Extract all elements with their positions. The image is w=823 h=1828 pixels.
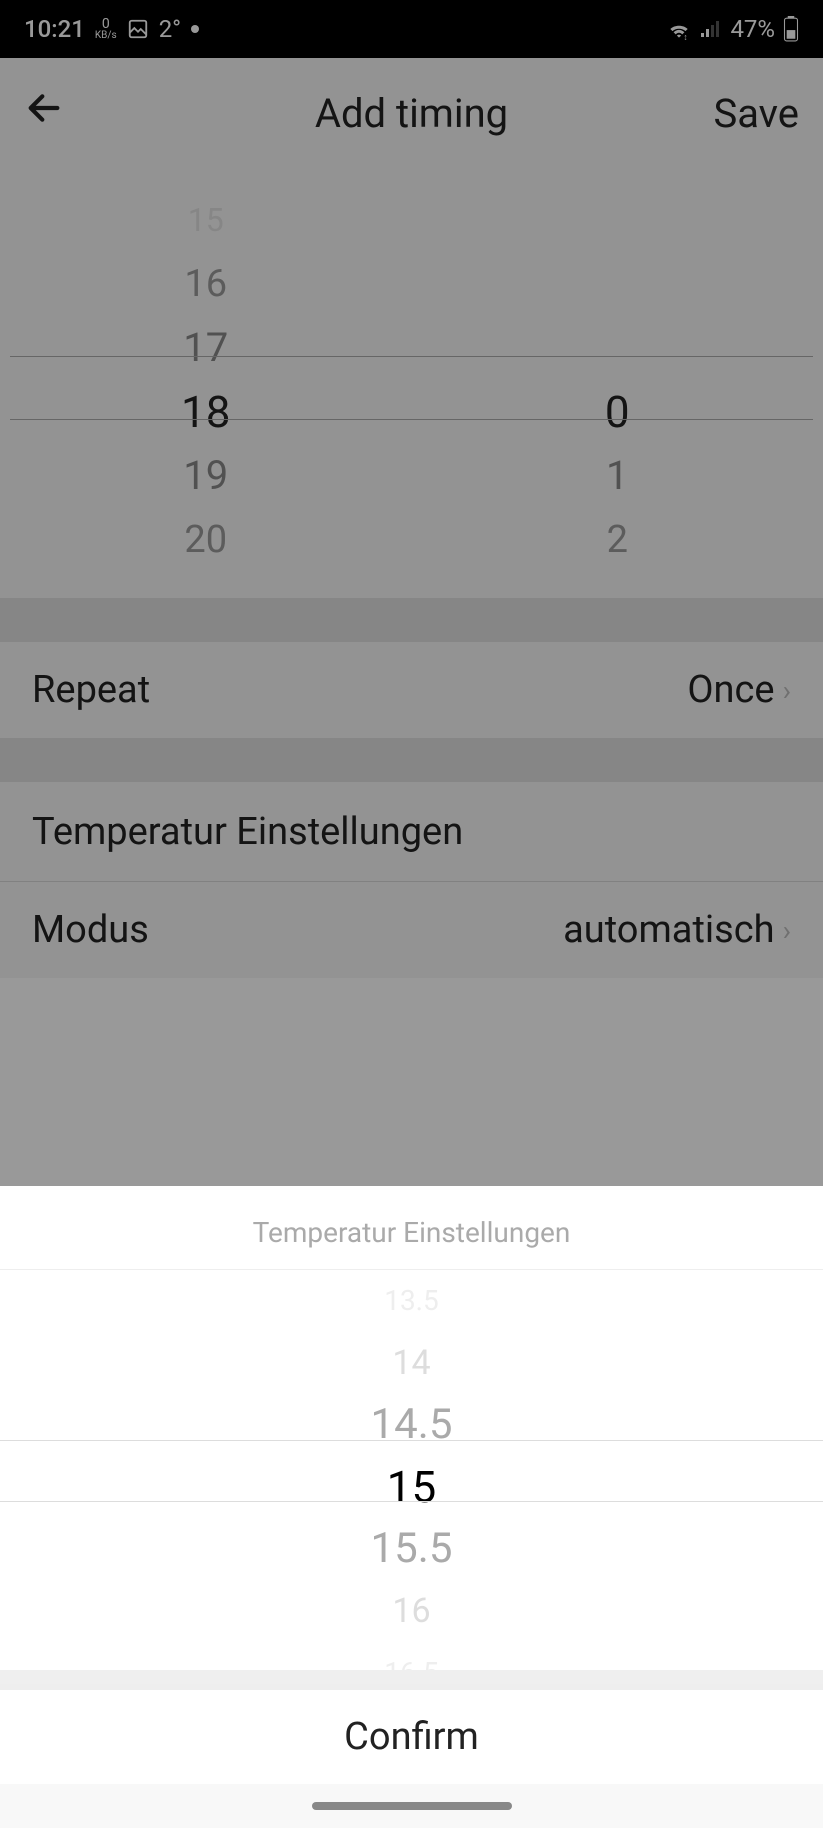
sheet-title: Temperatur Einstellungen bbox=[0, 1186, 823, 1270]
picker-item: 14 bbox=[0, 1332, 823, 1394]
temperature-bottom-sheet: Temperatur Einstellungen 13.5 14 14.5 15… bbox=[0, 1186, 823, 1828]
nav-handle[interactable] bbox=[312, 1802, 512, 1810]
sheet-gap bbox=[0, 1670, 823, 1684]
navigation-bar bbox=[0, 1784, 823, 1828]
temperature-picker[interactable]: 13.5 14 14.5 15 15.5 16 16.5 bbox=[0, 1270, 823, 1670]
picker-item-selected: 15 bbox=[0, 1456, 823, 1518]
picker-item: 14.5 bbox=[0, 1394, 823, 1456]
picker-item: 13.5 bbox=[0, 1270, 823, 1332]
picker-item: 16 bbox=[0, 1580, 823, 1642]
picker-item: 16.5 bbox=[0, 1642, 823, 1670]
picker-item: 15.5 bbox=[0, 1518, 823, 1580]
confirm-button[interactable]: Confirm bbox=[0, 1684, 823, 1784]
